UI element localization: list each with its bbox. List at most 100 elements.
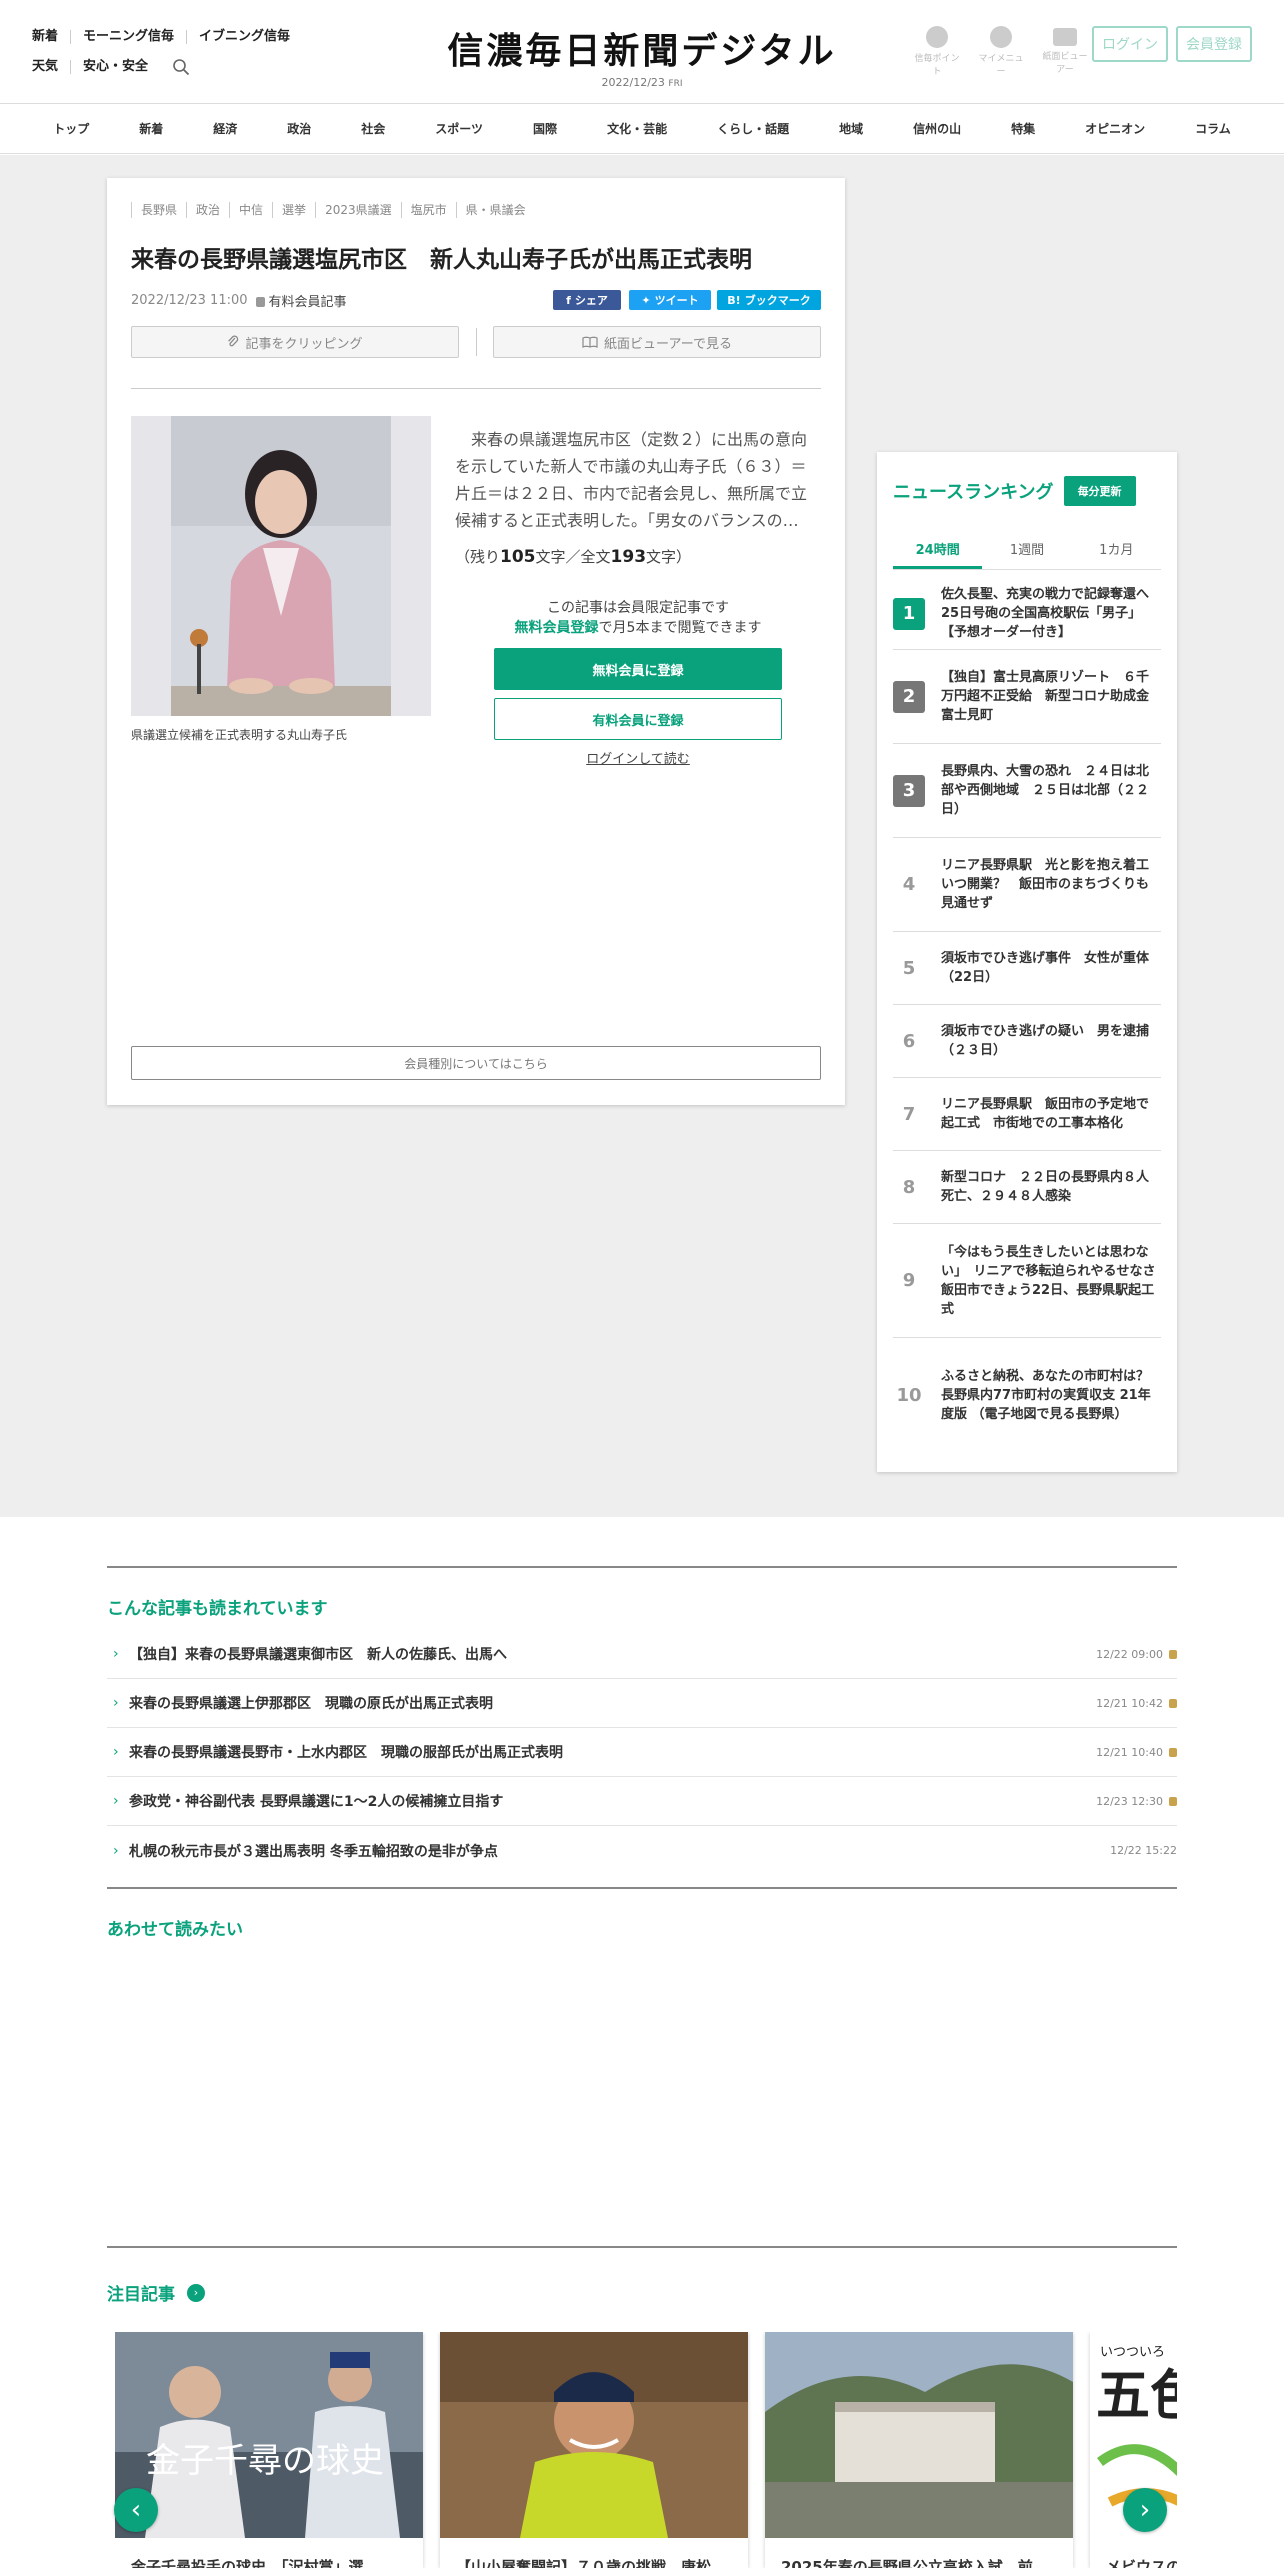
- ranking-item[interactable]: 6 須坂市でひき逃げの疑い 男を逮捕（２３日）: [893, 1005, 1161, 1078]
- card1-photo: 金子千尋の球史: [115, 2332, 423, 2538]
- list-item[interactable]: › 参政党・神谷副代表 長野県議選に1～2人の候補擁立目指す 12/23 12:30: [107, 1777, 1177, 1826]
- ranking-item[interactable]: 8 新型コロナ ２２日の長野県内８人死亡、２９４８人感染: [893, 1151, 1161, 1224]
- nav-culture[interactable]: 文化・芸能: [582, 120, 692, 137]
- tag-link[interactable]: 長野県: [131, 202, 186, 218]
- twitter-icon: ✦: [641, 293, 651, 307]
- article-lede: 来春の県議選塩尻市区（定数２）に出馬の意向を示していた新人で市議の丸山寿子氏（６…: [455, 430, 808, 530]
- ranking-item[interactable]: 5 須坂市でひき逃げ事件 女性が重体（22日）: [893, 932, 1161, 1005]
- ranking-update-badge: 毎分更新: [1063, 476, 1136, 506]
- tab-1week[interactable]: 1週間: [982, 534, 1071, 569]
- list-item[interactable]: › 札幌の秋元市長が３選出馬表明 冬季五輪招致の是非が争点 12/22 15:22: [107, 1826, 1177, 1875]
- section-rule: [107, 1887, 1177, 1889]
- date-value: 2022/12/23: [601, 76, 665, 89]
- featured-card[interactable]: 【山小屋奮闘記】７０歳の挑戦 唐松: [440, 2332, 748, 2568]
- article-title: 来春の長野県議選塩尻市区 新人丸山寿子氏が出馬正式表明: [131, 247, 752, 273]
- news-ranking: ニュースランキング 毎分更新 24時間 1週間 1カ月 1 佐久長聖、充実の戦力で…: [877, 452, 1177, 1472]
- facebook-share-button[interactable]: f シェア: [553, 290, 621, 310]
- list-item[interactable]: › 来春の長野県議選長野市・上水内郡区 現職の服部氏が出馬正式表明 12/21 10…: [107, 1728, 1177, 1777]
- ranking-item[interactable]: 10 ふるさと納税、あなたの市町村は？ 長野県内77市町村の実質収支 21年度版 …: [893, 1338, 1163, 1452]
- nav-sports[interactable]: スポーツ: [410, 120, 508, 137]
- nav-mountain[interactable]: 信州の山: [888, 120, 986, 137]
- paid-register-button[interactable]: 有料会員に登録: [494, 698, 782, 740]
- nav-special[interactable]: 特集: [986, 120, 1060, 137]
- hatena-label: ブックマーク: [744, 294, 811, 307]
- nav-region[interactable]: 地域: [814, 120, 888, 137]
- ranking-item[interactable]: 7 リニア長野県駅 飯田市の予定地で起工式 市街地での工事本格化: [893, 1078, 1161, 1151]
- ranking-item[interactable]: 1 佐久長聖、充実の戦力で記録奪還へ 25日号砲の全国高校駅伝「男子」 【予想オー…: [893, 578, 1162, 650]
- viewer-link[interactable]: 紙面ビューアー: [1040, 26, 1090, 77]
- popular-title: こんな記事も読まれています: [107, 1599, 328, 1619]
- rank-number: 6: [902, 1030, 916, 1052]
- card1-overlay: 金子千尋の球史: [146, 2441, 384, 2481]
- ranking-item[interactable]: 4 リニア長野県駅 光と影を抱え着工 いつ開業？ 飯田市のまちづくりも見通せず: [893, 838, 1162, 932]
- article-photo[interactable]: [131, 416, 431, 716]
- header-icons: 信毎ポイント マイメニュー 紙面ビューアー: [912, 26, 1090, 77]
- tag-link[interactable]: 2023県議選: [315, 202, 401, 218]
- article-tags: 長野県 政治 中信 選挙 2023県議選 塩尻市 県・県議会: [131, 202, 535, 218]
- ranking-item[interactable]: 3 長野県内、大雪の恐れ ２４日は北部や西側地域 ２５日は北部（２２日）: [893, 744, 1161, 838]
- card-image: 金子千尋の球史: [115, 2332, 423, 2538]
- ranking-item[interactable]: 2 【独自】富士見高原リゾート ６千万円超不正受給 新型コロナ助成金 富士見町: [893, 650, 1162, 744]
- ranking-title: ニュースランキング: [893, 482, 1054, 503]
- tag-link[interactable]: 政治: [186, 202, 229, 218]
- member-types-button[interactable]: 会員種別についてはこちら: [131, 1046, 821, 1080]
- members-line2: 無料会員登録で月5本まで閲覧できます: [493, 618, 783, 638]
- list-item[interactable]: › 来春の長野県議選上伊那郡区 現職の原氏が出馬正式表明 12/21 10:42: [107, 1679, 1177, 1728]
- hatena-icon: B!: [727, 293, 741, 307]
- tag-link[interactable]: 選挙: [272, 202, 315, 218]
- featured-card[interactable]: 2025年春の長野県公立高校入試 前: [765, 2332, 1073, 2568]
- chevron-right-icon: ›: [113, 1793, 119, 1809]
- time-value: 12/21 10:42: [1096, 1696, 1163, 1710]
- total-count: 193: [610, 547, 647, 567]
- featured-title: 注目記事: [107, 2285, 175, 2305]
- login-button[interactable]: ログイン: [1092, 26, 1168, 62]
- paid-label: 有料会員記事: [255, 291, 347, 310]
- point-link[interactable]: 信毎ポイント: [912, 26, 962, 77]
- ranking-item[interactable]: 9 「今はもう長生きしたいとは思わない」 リニアで移転迫られやるせなさ 飯田市でき…: [893, 1224, 1169, 1338]
- nav-economy[interactable]: 経済: [188, 120, 262, 137]
- carousel-prev-button[interactable]: ‹: [114, 2488, 158, 2532]
- nav-column[interactable]: コラム: [1170, 120, 1256, 137]
- mymenu-link[interactable]: マイメニュー: [976, 26, 1026, 77]
- nav-politics[interactable]: 政治: [262, 120, 336, 137]
- card4-overlay-top: いつついろ: [1100, 2345, 1165, 2360]
- card-image: [440, 2332, 748, 2538]
- free-register-button[interactable]: 無料会員に登録: [494, 648, 782, 690]
- carousel-next-button[interactable]: ›: [1123, 2488, 1167, 2532]
- rank-number: 3: [893, 774, 925, 807]
- members-line1: この記事は会員限定記事です: [547, 600, 729, 616]
- login-read-link[interactable]: ログインして読む: [494, 748, 782, 767]
- main-nav: トップ 新着 経済 政治 社会 スポーツ 国際 文化・芸能 くらし・話題 地域 …: [0, 104, 1284, 154]
- tab-24h[interactable]: 24時間: [893, 534, 983, 569]
- viewer-label: 紙面ビューアーで見る: [604, 336, 732, 352]
- paid-label-text: 有料会員記事: [268, 295, 347, 310]
- tab-1month[interactable]: 1カ月: [1072, 534, 1161, 569]
- hatena-bookmark-button[interactable]: B! ブックマーク: [717, 290, 821, 310]
- point-icon: [926, 26, 948, 48]
- nav-opinion[interactable]: オピニオン: [1060, 120, 1170, 137]
- card3-photo: [765, 2332, 1073, 2538]
- popular-list: › 【独自】来春の長野県議選東御市区 新人の佐藤氏、出馬へ 12/22 09:00 …: [107, 1630, 1177, 1875]
- nav-top[interactable]: トップ: [28, 120, 114, 137]
- arrow-right-icon[interactable]: ›: [187, 2283, 205, 2302]
- members-highlight-link[interactable]: 無料会員登録: [515, 620, 599, 636]
- featured-card[interactable]: いつついろ 五色メビ メビウスの: [1090, 2332, 1177, 2568]
- tag-link[interactable]: 中信: [229, 202, 272, 218]
- viewer-button[interactable]: 紙面ビューアーで見る: [493, 326, 821, 358]
- article-card: 長野県 政治 中信 選挙 2023県議選 塩尻市 県・県議会 来春の長野県議選塩…: [107, 178, 845, 1105]
- rank-title: 長野県内、大雪の恐れ ２４日は北部や西側地域 ２５日は北部（２２日）: [941, 764, 1150, 817]
- section-rule: [107, 2246, 1177, 2248]
- tag-link[interactable]: 塩尻市: [400, 202, 456, 218]
- time-value: 12/22 09:00: [1096, 1647, 1163, 1661]
- clip-button[interactable]: 記事をクリッピング: [131, 326, 459, 358]
- rank-title: ふるさと納税、あなたの市町村は？ 長野県内77市町村の実質収支 21年度版 （電…: [941, 1368, 1163, 1422]
- register-button[interactable]: 会員登録: [1176, 26, 1252, 62]
- list-item[interactable]: › 【独自】来春の長野県議選東御市区 新人の佐藤氏、出馬へ 12/22 09:00: [107, 1630, 1177, 1679]
- tag-link[interactable]: 県・県議会: [455, 202, 535, 218]
- twitter-share-button[interactable]: ✦ ツイート: [629, 290, 711, 310]
- nav-life[interactable]: くらし・話題: [692, 120, 814, 137]
- nav-new[interactable]: 新着: [114, 120, 188, 137]
- nav-international[interactable]: 国際: [508, 120, 582, 137]
- nav-society[interactable]: 社会: [336, 120, 410, 137]
- featured-card[interactable]: 金子千尋の球史 金子千尋投手の球史 「沢村賞」選: [115, 2332, 423, 2568]
